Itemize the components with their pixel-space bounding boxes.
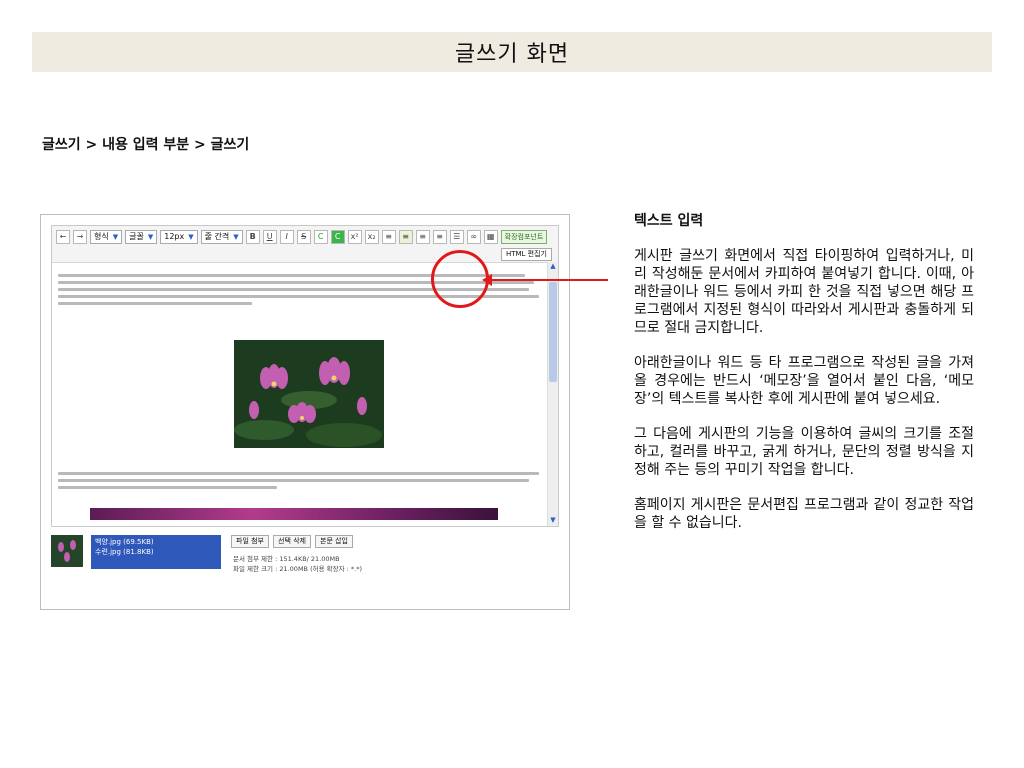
text-line: [58, 302, 253, 305]
bg-color-icon[interactable]: C: [330, 230, 345, 244]
attachment-file-item[interactable]: 수련.jpg (81.8KB): [95, 547, 217, 557]
scroll-thumb[interactable]: [549, 282, 557, 382]
explanation-panel: 텍스트 입력 게시판 글쓰기 화면에서 직접 타이핑하여 입력하거나, 미리 작…: [634, 212, 974, 549]
scroll-down-icon[interactable]: ▼: [548, 516, 558, 526]
attachment-file-list[interactable]: 백양.jpg (69.5KB) 수련.jpg (81.8KB): [91, 535, 221, 569]
scroll-up-icon[interactable]: ▲: [548, 262, 558, 272]
html-edit-label: HTML 편집기: [505, 250, 547, 258]
editor-scrollbar[interactable]: ▲ ▼: [547, 262, 558, 526]
format-select[interactable]: 형식 ▼: [90, 230, 123, 244]
text-color-icon[interactable]: C: [313, 230, 328, 244]
text-block-2: [58, 468, 544, 493]
attachment-area: 백양.jpg (69.5KB) 수련.jpg (81.8KB) 파일 첨부 선택…: [51, 531, 557, 575]
flower-banner-image: [90, 508, 498, 520]
size-select[interactable]: 12px ▼: [160, 230, 198, 244]
text-line: [58, 472, 540, 475]
chevron-down-icon: ▼: [188, 233, 194, 241]
table-icon[interactable]: ▦: [483, 230, 498, 244]
callout-circle: [431, 250, 489, 308]
text-line: [58, 486, 277, 489]
size-select-label: 12px: [164, 232, 185, 241]
editor-toolbar: ← → 형식 ▼ 글꼴 ▼ 12px ▼ 줄 간격 ▼ B U I S C C x² x…: [52, 226, 558, 263]
toolbar-row: ← → 형식 ▼ 글꼴 ▼ 12px ▼ 줄 간격 ▼ B U I S C C x² x…: [56, 230, 548, 244]
chevron-down-icon: ▼: [112, 233, 119, 241]
page-title: 글쓰기 화면: [454, 42, 570, 67]
attachment-buttons: 파일 첨부 선택 삭제 본문 삽입: [231, 535, 353, 548]
redo-icon[interactable]: →: [73, 230, 87, 244]
html-edit-button[interactable]: HTML 편집기: [500, 248, 552, 261]
delete-selected-button[interactable]: 선택 삭제: [273, 535, 311, 548]
font-select-label: 글꼴: [129, 232, 144, 241]
subscript-icon[interactable]: x₂: [364, 230, 379, 244]
align-left-icon[interactable]: ≡: [381, 230, 396, 244]
panel-heading: 텍스트 입력: [634, 213, 704, 229]
title-bar: 글쓰기 화면: [32, 32, 992, 72]
line-height-select[interactable]: 줄 간격 ▼: [200, 230, 243, 244]
chevron-down-icon: ▼: [147, 233, 154, 241]
attachment-size-note: 파일 제한 크기 : 21.00MB (허용 확장자 : *.*): [233, 565, 363, 573]
attachment-file-item[interactable]: 백양.jpg (69.5KB): [95, 537, 217, 547]
undo-icon[interactable]: ←: [56, 230, 70, 244]
list-icon[interactable]: ☰: [449, 230, 464, 244]
editor-content[interactable]: [58, 270, 544, 520]
insert-into-body-button[interactable]: 본문 삽입: [315, 535, 353, 548]
lotus-image-graphic: [234, 340, 384, 448]
attachment-thumb-graphic: [51, 535, 83, 567]
callout-arrow-icon: [482, 274, 492, 286]
panel-paragraph: 게시판 글쓰기 화면에서 직접 타이핑하여 입력하거나, 미리 작성해둔 문서에…: [634, 248, 974, 336]
panel-paragraph: 그 다음에 게시판의 기능을 이용하여 글씨의 크기를 조절하고, 컬러를 바꾸…: [634, 426, 974, 478]
lotus-photo: [234, 340, 384, 448]
align-right-icon[interactable]: ≡: [415, 230, 430, 244]
panel-paragraph: 아래한글이나 워드 등 타 프로그램으로 작성된 글을 가져 올 경우에는 반드…: [634, 355, 974, 407]
align-justify-icon[interactable]: ≡: [432, 230, 447, 244]
underline-icon[interactable]: U: [262, 230, 277, 244]
bold-icon[interactable]: B: [245, 230, 260, 244]
font-select[interactable]: 글꼴 ▼: [125, 230, 158, 244]
extension-button[interactable]: 확장컴포넌트: [500, 230, 548, 244]
breadcrumb: 글쓰기 > 내용 입력 부분 > 글쓰기: [42, 137, 250, 153]
attachment-thumbnail: [51, 535, 83, 567]
file-attach-button[interactable]: 파일 첨부: [231, 535, 269, 548]
panel-paragraph: 홈페이지 게시판은 문서편집 프로그램과 같이 정교한 작업을 할 수 없습니다…: [634, 497, 974, 531]
strike-icon[interactable]: S: [296, 230, 311, 244]
chevron-down-icon: ▼: [233, 233, 239, 241]
italic-icon[interactable]: I: [279, 230, 294, 244]
text-line: [58, 479, 530, 482]
format-select-label: 형식: [94, 232, 109, 241]
align-center-icon[interactable]: ≡: [398, 230, 413, 244]
link-icon[interactable]: ∞: [466, 230, 481, 244]
extension-label: 확장컴포넌트: [504, 233, 544, 241]
callout-line: [488, 279, 608, 281]
line-height-select-label: 줄 간격: [204, 232, 230, 241]
superscript-icon[interactable]: x²: [347, 230, 362, 244]
attachment-limit-note: 문서 첨부 제한 : 151.4KB/ 21.00MB: [233, 555, 340, 563]
